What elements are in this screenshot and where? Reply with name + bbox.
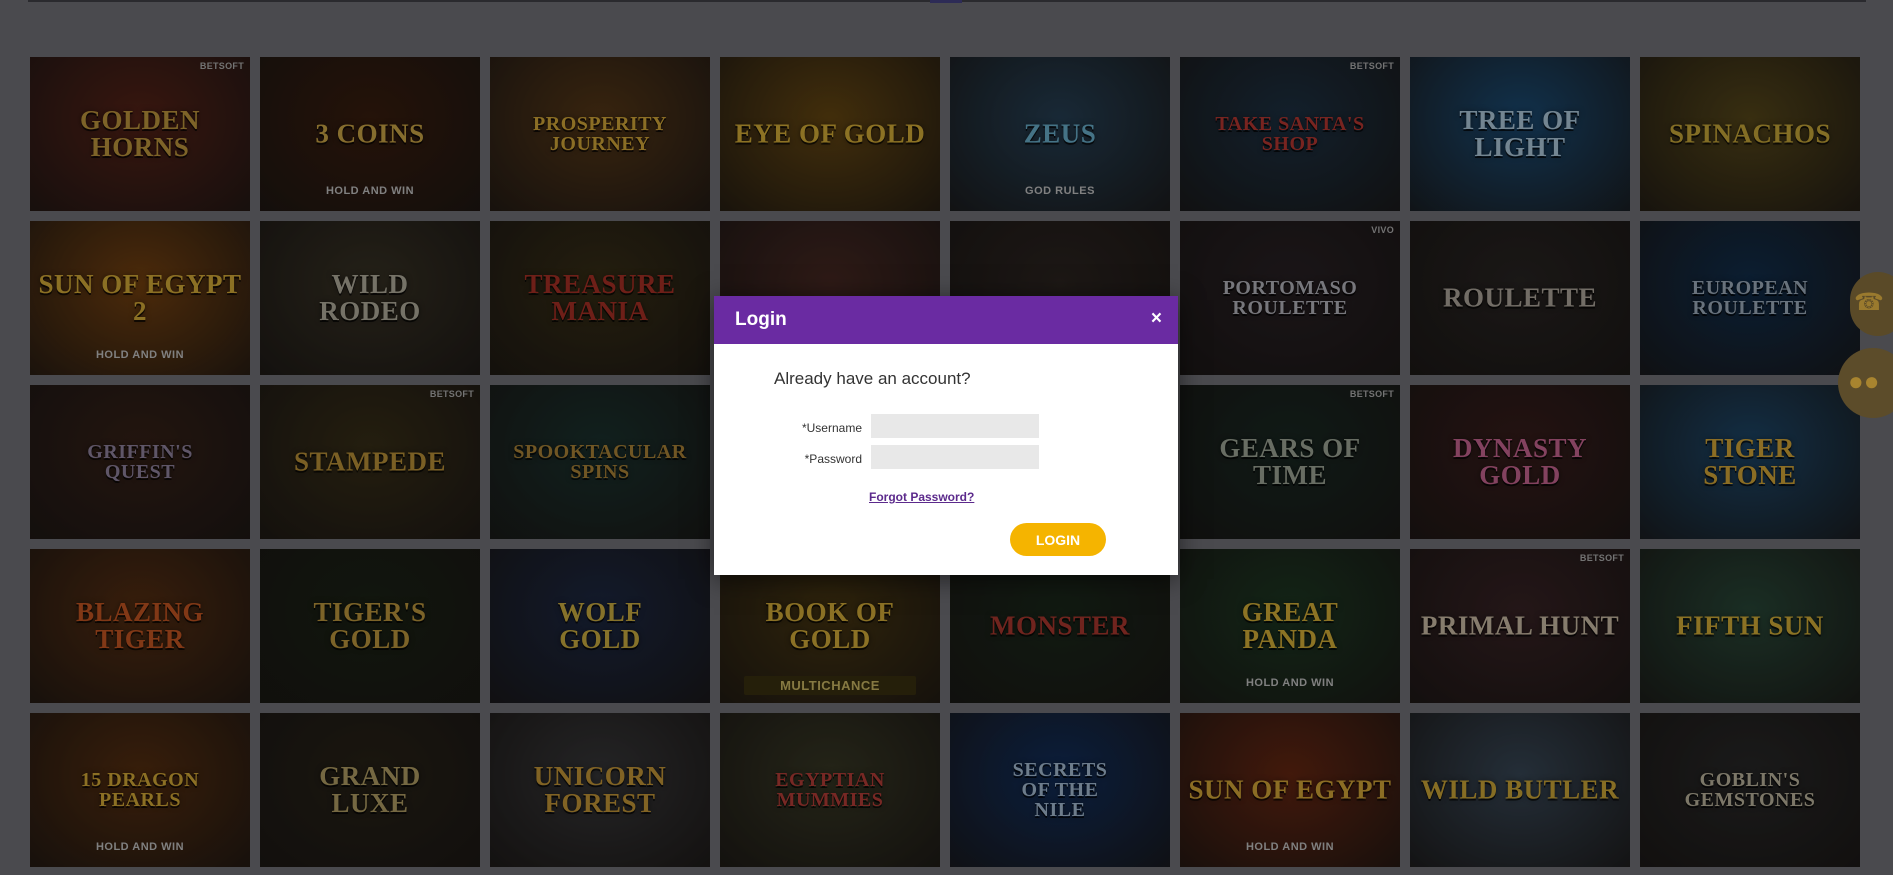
game-tile[interactable]: Primal Hunt BETSOFT	[1410, 549, 1630, 703]
game-subtitle: HOLD AND WIN	[325, 185, 415, 197]
game-tile[interactable]: Roulette	[1410, 221, 1630, 375]
game-tile[interactable]: Sun of Egypt HOLD AND WIN	[1180, 713, 1400, 867]
game-tile[interactable]: Wild Rodeo	[260, 221, 480, 375]
game-tile[interactable]: Stampede BETSOFT	[260, 385, 480, 539]
modal-header: Login ×	[714, 296, 1178, 344]
game-tile[interactable]: Great Panda HOLD AND WIN	[1180, 549, 1400, 703]
game-tile[interactable]: European Roulette	[1640, 221, 1860, 375]
game-title: Unicorn Forest	[533, 761, 667, 818]
game-title: SpiNachos	[1668, 118, 1832, 149]
provider-badge: BETSOFT	[1349, 389, 1394, 399]
game-title: Great Panda	[1241, 597, 1339, 654]
game-title: Tiger's Gold	[313, 597, 427, 654]
game-title: Dynasty Gold	[1452, 433, 1588, 490]
provider-badge: BETSOFT	[1349, 61, 1394, 71]
game-tile[interactable]: Take Santa's Shop BETSOFT	[1180, 57, 1400, 211]
modal-title: Login	[735, 309, 787, 330]
game-title: Fifth Sun	[1676, 610, 1824, 641]
game-title: Wild Butler	[1420, 774, 1620, 805]
game-title: Egyptian Mummies	[775, 769, 885, 811]
game-title: Griffin's Quest	[87, 441, 193, 483]
game-tile[interactable]: Unicorn Forest	[490, 713, 710, 867]
game-tile[interactable]: Tiger Stone	[1640, 385, 1860, 539]
active-tab-indicator	[930, 0, 962, 3]
login-button[interactable]: LOGIN	[1010, 523, 1106, 556]
game-title: Eye of Gold	[734, 118, 926, 149]
game-tile[interactable]: Griffin's Quest	[30, 385, 250, 539]
game-title: 15 Dragon Pearls	[80, 769, 200, 811]
username-label: *Username	[801, 421, 862, 435]
game-tile[interactable]: 15 Dragon Pearls HOLD AND WIN	[30, 713, 250, 867]
game-title: Wild Rodeo	[319, 269, 421, 326]
provider-badge: BETSOFT	[429, 389, 474, 399]
game-title: Tiger Stone	[1703, 433, 1797, 490]
game-tile[interactable]: Fifth Sun	[1640, 549, 1860, 703]
provider-badge: VIVO	[1371, 225, 1394, 235]
coins-icon: ●●	[1848, 366, 1880, 396]
close-icon[interactable]: ×	[1151, 308, 1162, 330]
forgot-password-link[interactable]: Forgot Password?	[869, 490, 974, 504]
password-input[interactable]	[871, 445, 1039, 469]
game-tile[interactable]: SpiNachos	[1640, 57, 1860, 211]
game-title: European Roulette	[1691, 277, 1809, 319]
game-subtitle: HOLD AND WIN	[1245, 841, 1335, 853]
game-tile[interactable]: Blazing Tiger	[30, 549, 250, 703]
game-title: Grand Luxe	[319, 761, 421, 818]
game-subtitle: GOD RULES	[1025, 185, 1095, 197]
game-tile[interactable]: Eye of Gold	[720, 57, 940, 211]
game-tile[interactable]: Tiger's Gold	[260, 549, 480, 703]
game-title: Sun of Egypt 2	[38, 269, 242, 326]
modal-heading: Already have an account?	[774, 369, 971, 388]
game-tile[interactable]: Gears of Time BETSOFT	[1180, 385, 1400, 539]
game-title: Book of Gold	[765, 597, 895, 654]
login-modal: Login × Already have an account? *Userna…	[714, 296, 1178, 575]
game-title: Tree of Light	[1459, 105, 1581, 162]
game-title: Gears of Time	[1219, 433, 1361, 490]
game-title: Secrets of the Nile	[1012, 759, 1108, 821]
username-input[interactable]	[871, 414, 1039, 438]
game-subtitle: MULTICHANCE	[744, 676, 916, 695]
game-title: Treasure Mania	[524, 269, 676, 326]
chat-icon: ☎	[1854, 289, 1884, 316]
password-label: *Password	[804, 452, 862, 466]
game-title: Spooktacular Spins	[513, 441, 687, 483]
game-tile[interactable]: Egyptian Mummies	[720, 713, 940, 867]
chat-widget[interactable]: ☎	[1850, 272, 1893, 336]
game-title: Golden Horns	[79, 105, 201, 162]
game-tile[interactable]: Zeus GOD RULES	[950, 57, 1170, 211]
game-tile[interactable]: Treasure Mania	[490, 221, 710, 375]
game-title: Goblin's Gemstones	[1684, 769, 1816, 811]
game-title: Prosperity Journey	[533, 113, 667, 155]
game-title: Take Santa's Shop	[1215, 113, 1365, 155]
game-title: Wolf Gold	[557, 597, 643, 654]
game-title: Monster	[989, 610, 1131, 641]
game-tile[interactable]: Goblin's Gemstones	[1640, 713, 1860, 867]
game-title: Sun of Egypt	[1188, 774, 1392, 805]
provider-badge: BETSOFT	[1579, 553, 1624, 563]
provider-badge: BETSOFT	[199, 61, 244, 71]
game-subtitle: HOLD AND WIN	[95, 841, 185, 853]
game-tile[interactable]: Sun of Egypt 2 HOLD AND WIN	[30, 221, 250, 375]
game-title: Zeus	[1023, 118, 1097, 149]
game-tile[interactable]: Wolf Gold	[490, 549, 710, 703]
game-title: Roulette	[1442, 282, 1598, 313]
game-tile[interactable]: 3 Coins HOLD AND WIN	[260, 57, 480, 211]
game-tile[interactable]: Portomaso Roulette VIVO	[1180, 221, 1400, 375]
game-tile[interactable]: Prosperity Journey	[490, 57, 710, 211]
game-tile[interactable]: Wild Butler	[1410, 713, 1630, 867]
game-tile[interactable]: Dynasty Gold	[1410, 385, 1630, 539]
game-tile[interactable]: Tree of Light	[1410, 57, 1630, 211]
game-tile[interactable]: Grand Luxe	[260, 713, 480, 867]
game-title: Stampede	[293, 446, 446, 477]
game-title: Portomaso Roulette	[1222, 277, 1358, 319]
game-tile[interactable]: Spooktacular Spins	[490, 385, 710, 539]
game-title: 3 Coins	[315, 118, 425, 149]
game-title: Blazing Tiger	[75, 597, 205, 654]
game-subtitle: HOLD AND WIN	[1245, 677, 1335, 689]
game-title: Primal Hunt	[1420, 610, 1620, 641]
game-tile[interactable]: Secrets of the Nile	[950, 713, 1170, 867]
game-subtitle: HOLD AND WIN	[95, 349, 185, 361]
game-tile[interactable]: Golden Horns BETSOFT	[30, 57, 250, 211]
